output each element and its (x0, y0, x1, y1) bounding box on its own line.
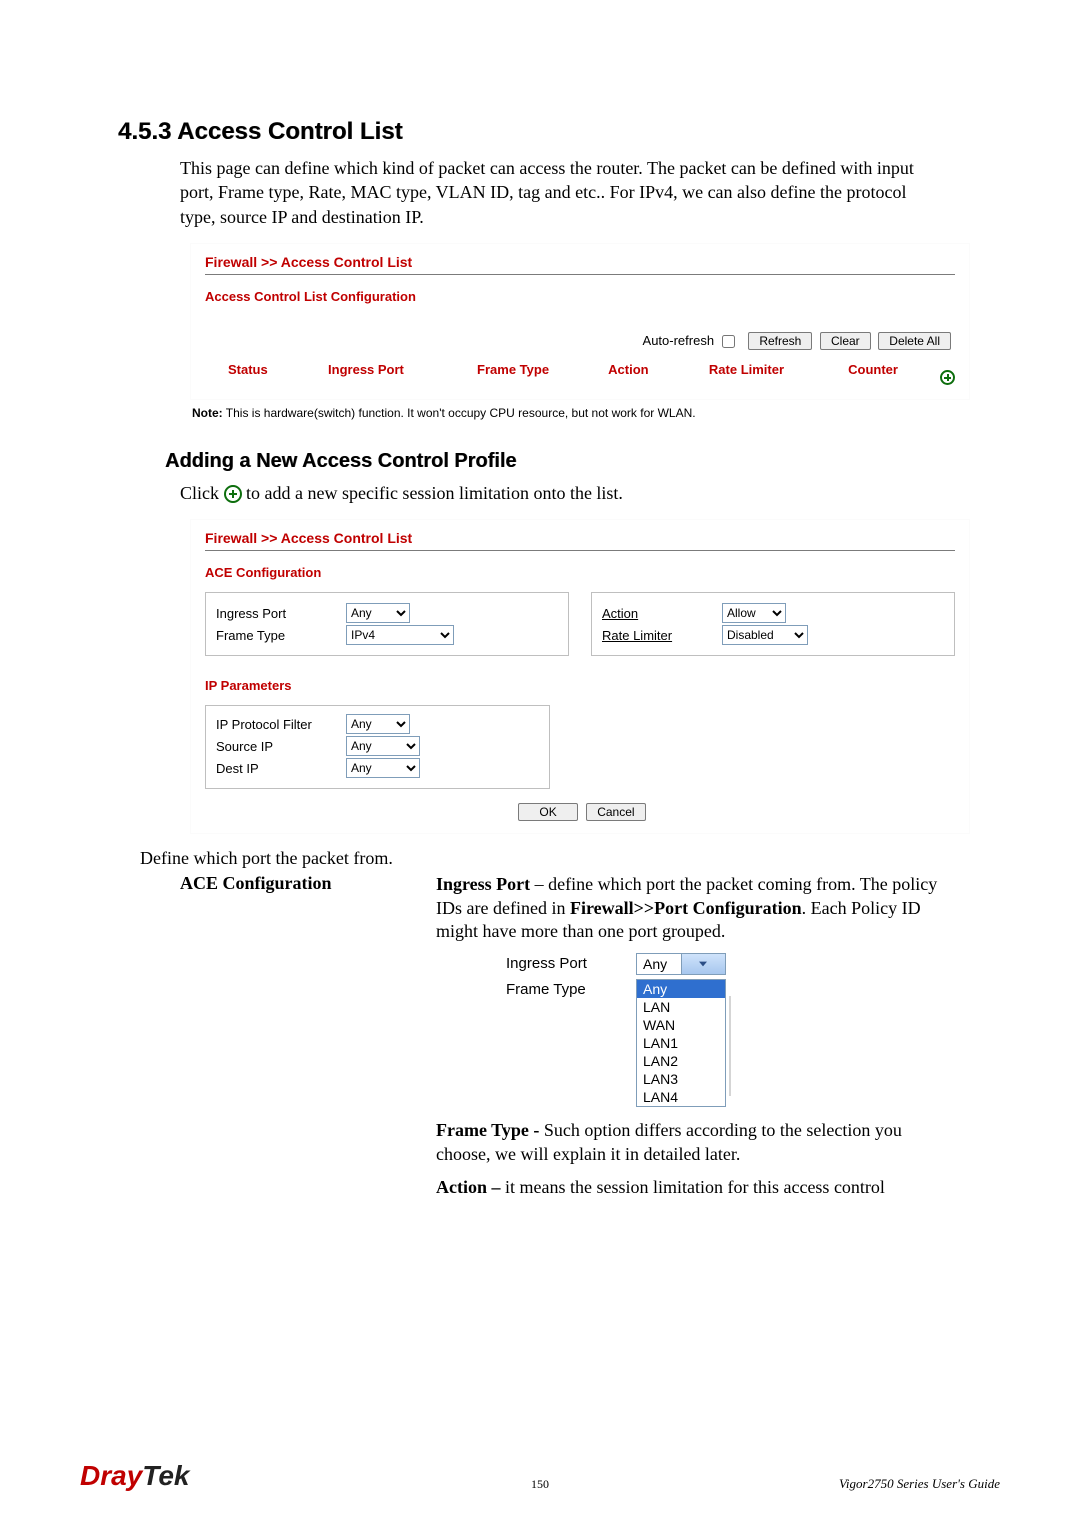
list-item[interactable]: LAN (637, 998, 725, 1016)
def-ingress-bold: Ingress Port (436, 874, 530, 894)
breadcrumb: Firewall >> Access Control List (205, 530, 955, 546)
source-ip-label: Source IP (216, 739, 346, 754)
def-frame-bold: Frame Type - (436, 1120, 544, 1140)
mini-ingress-label: Ingress Port (506, 953, 636, 972)
click-post: to add a new specific session limitation… (246, 483, 623, 503)
col-counter: Counter (821, 356, 925, 387)
ace-left-group: Ingress Port Any Frame Type IPv4 (205, 592, 569, 656)
ingress-dropdown-illustration: Ingress Port Any Frame Type Any LAN WAN … (506, 953, 766, 1107)
col-status: Status (205, 356, 291, 387)
def-term: ACE Configuration (180, 873, 430, 1209)
col-rate: Rate Limiter (672, 356, 821, 387)
ip-params-heading: IP Parameters (205, 678, 955, 693)
refresh-button[interactable]: Refresh (748, 332, 812, 350)
clear-button[interactable]: Clear (820, 332, 871, 350)
acl-config-heading: Access Control List Configuration (205, 289, 955, 304)
ingress-port-select[interactable]: Any (346, 603, 410, 623)
source-ip-select[interactable]: Any (346, 736, 420, 756)
ip-protocol-filter-label: IP Protocol Filter (216, 717, 346, 732)
mini-ingress-combo[interactable]: Any (636, 953, 726, 975)
divider (205, 274, 955, 275)
list-item[interactable]: LAN3 (637, 1070, 725, 1088)
ip-params-group: IP Protocol Filter Any Source IP Any Des… (205, 705, 550, 789)
rate-limiter-select[interactable]: Disabled (722, 625, 808, 645)
def-action-bold: Action – (436, 1177, 505, 1197)
section-title-text: Access Control List (177, 118, 402, 145)
add-row-icon[interactable] (940, 370, 955, 385)
list-item[interactable]: LAN4 (637, 1088, 725, 1106)
note-line: Note: This is hardware(switch) function.… (192, 406, 970, 420)
delete-all-button[interactable]: Delete All (878, 332, 951, 350)
add-profile-heading: Adding a New Access Control Profile (165, 450, 1000, 473)
click-pre: Click (180, 483, 224, 503)
list-item[interactable]: Any (637, 980, 725, 998)
intro-paragraph: This page can define which kind of packe… (180, 156, 940, 229)
define-line: Define which port the packet from. (140, 848, 940, 869)
mini-frame-label: Frame Type (506, 979, 636, 998)
ok-button[interactable]: OK (518, 803, 577, 821)
ip-protocol-filter-select[interactable]: Any (346, 714, 410, 734)
cancel-button[interactable]: Cancel (586, 803, 645, 821)
auto-refresh-label: Auto-refresh (643, 333, 715, 348)
dest-ip-select[interactable]: Any (346, 758, 420, 778)
ace-heading: ACE Configuration (205, 565, 955, 580)
frame-type-label: Frame Type (216, 628, 346, 643)
list-item[interactable]: LAN2 (637, 1052, 725, 1070)
def-frame: Frame Type - Such option differs accordi… (436, 1119, 950, 1166)
note-text: This is hardware(switch) function. It wo… (223, 406, 696, 420)
list-item[interactable]: WAN (637, 1016, 725, 1034)
logo-tek: Tek (142, 1460, 189, 1491)
ace-config-panel: Firewall >> Access Control List ACE Conf… (190, 519, 970, 834)
draytek-logo: DrayTek (80, 1460, 189, 1492)
plus-icon (224, 485, 242, 503)
mini-ingress-value: Any (637, 956, 681, 972)
logo-dray: Dray (80, 1460, 142, 1491)
def-ingress: Ingress Port – define which port the pac… (436, 873, 950, 943)
action-select[interactable]: Allow (722, 603, 786, 623)
page-footer: DrayTek 150 Vigor2750 Series User's Guid… (80, 1460, 1000, 1492)
col-ingress: Ingress Port (291, 356, 442, 387)
note-label: Note: (192, 406, 223, 420)
dest-ip-label: Dest IP (216, 761, 346, 776)
ace-right-group: Action Allow Rate Limiter Disabled (591, 592, 955, 656)
acl-list-panel: Firewall >> Access Control List Access C… (190, 243, 970, 400)
guide-title: Vigor2750 Series User's Guide (839, 1476, 1000, 1492)
list-item[interactable]: LAN1 (637, 1034, 725, 1052)
breadcrumb: Firewall >> Access Control List (205, 254, 955, 270)
chevron-down-icon (681, 954, 726, 974)
auto-refresh-checkbox[interactable] (722, 335, 735, 348)
click-line: Click to add a new specific session limi… (180, 481, 940, 505)
section-heading: 4.5.3 Access Control List (118, 118, 1000, 146)
mini-ingress-listbox[interactable]: Any LAN WAN LAN1 LAN2 LAN3 LAN4 (636, 979, 726, 1107)
frame-type-select[interactable]: IPv4 (346, 625, 454, 645)
ingress-port-label: Ingress Port (216, 606, 346, 621)
divider (205, 550, 955, 551)
col-frame: Frame Type (441, 356, 585, 387)
action-label: Action (602, 606, 722, 621)
section-number: 4.5.3 (118, 118, 171, 145)
page-number: 150 (531, 1477, 549, 1492)
col-action: Action (585, 356, 672, 387)
acl-table: Status Ingress Port Frame Type Action Ra… (205, 356, 955, 387)
rate-limiter-label: Rate Limiter (602, 628, 722, 643)
def-action: Action – it means the session limitation… (436, 1176, 950, 1199)
